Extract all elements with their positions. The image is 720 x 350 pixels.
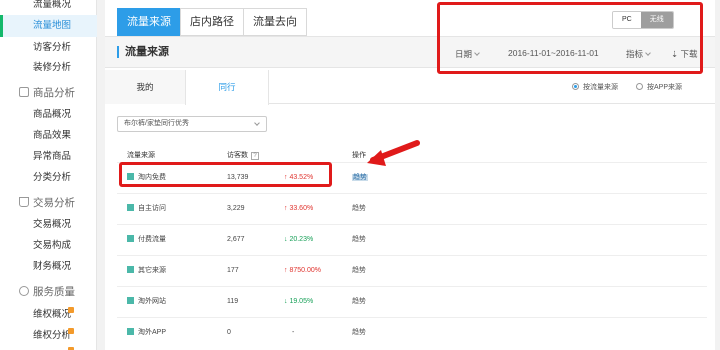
cart-icon (19, 197, 29, 207)
sidebar-item-traffic-map[interactable]: 流量地图 (0, 15, 97, 37)
sidebar-item-product-overview[interactable]: 商品概况 (0, 104, 97, 126)
sidebar-item-decoration-analysis[interactable]: 装修分析 (0, 57, 97, 79)
sidebar-item-finance-overview[interactable]: 财务概况 (0, 256, 97, 278)
sidebar-group-trade[interactable]: 交易分析 (0, 192, 97, 214)
annotation-arrow-icon (367, 140, 420, 166)
new-badge-icon (68, 307, 74, 313)
sidebar-item-rights-overview[interactable]: 维权概况 (0, 304, 97, 326)
sidebar-group-label: 交易分析 (33, 197, 75, 209)
sidebar-item-trade-overview[interactable]: 交易概况 (0, 214, 97, 236)
sidebar: 流量概况 流量地图 访客分析 装修分析 商品分析 商品概况 商品效果 异常商品 … (0, 0, 97, 350)
new-badge-icon (68, 328, 74, 334)
sidebar-group-product[interactable]: 商品分析 (0, 82, 97, 104)
sidebar-item-visitor-analysis[interactable]: 访客分析 (0, 37, 97, 59)
sidebar-item-category-analysis[interactable]: 分类分析 (0, 167, 97, 189)
app-root: 流量概况 流量地图 访客分析 装修分析 商品分析 商品概况 商品效果 异常商品 … (0, 0, 720, 350)
sidebar-group-label: 服务质量 (33, 286, 75, 298)
sidebar-item-trade-composition[interactable]: 交易构成 (0, 235, 97, 257)
headset-icon (19, 286, 29, 296)
sidebar-item-product-effect[interactable]: 商品效果 (0, 125, 97, 147)
sidebar-item-rights-analysis[interactable]: 维权分析 (0, 325, 97, 347)
sidebar-group-label: 商品分析 (33, 87, 75, 99)
sidebar-item-abnormal-product[interactable]: 异常商品 (0, 146, 97, 168)
main-panel: 流量来源 店内路径 流量去向 流量来源 日期 2016-11-01~2016-1… (105, 0, 715, 350)
bag-icon (19, 87, 29, 97)
sidebar-item-traffic-overview[interactable]: 流量概况 (0, 0, 97, 16)
sidebar-group-service[interactable]: 服务质量 (0, 281, 97, 303)
